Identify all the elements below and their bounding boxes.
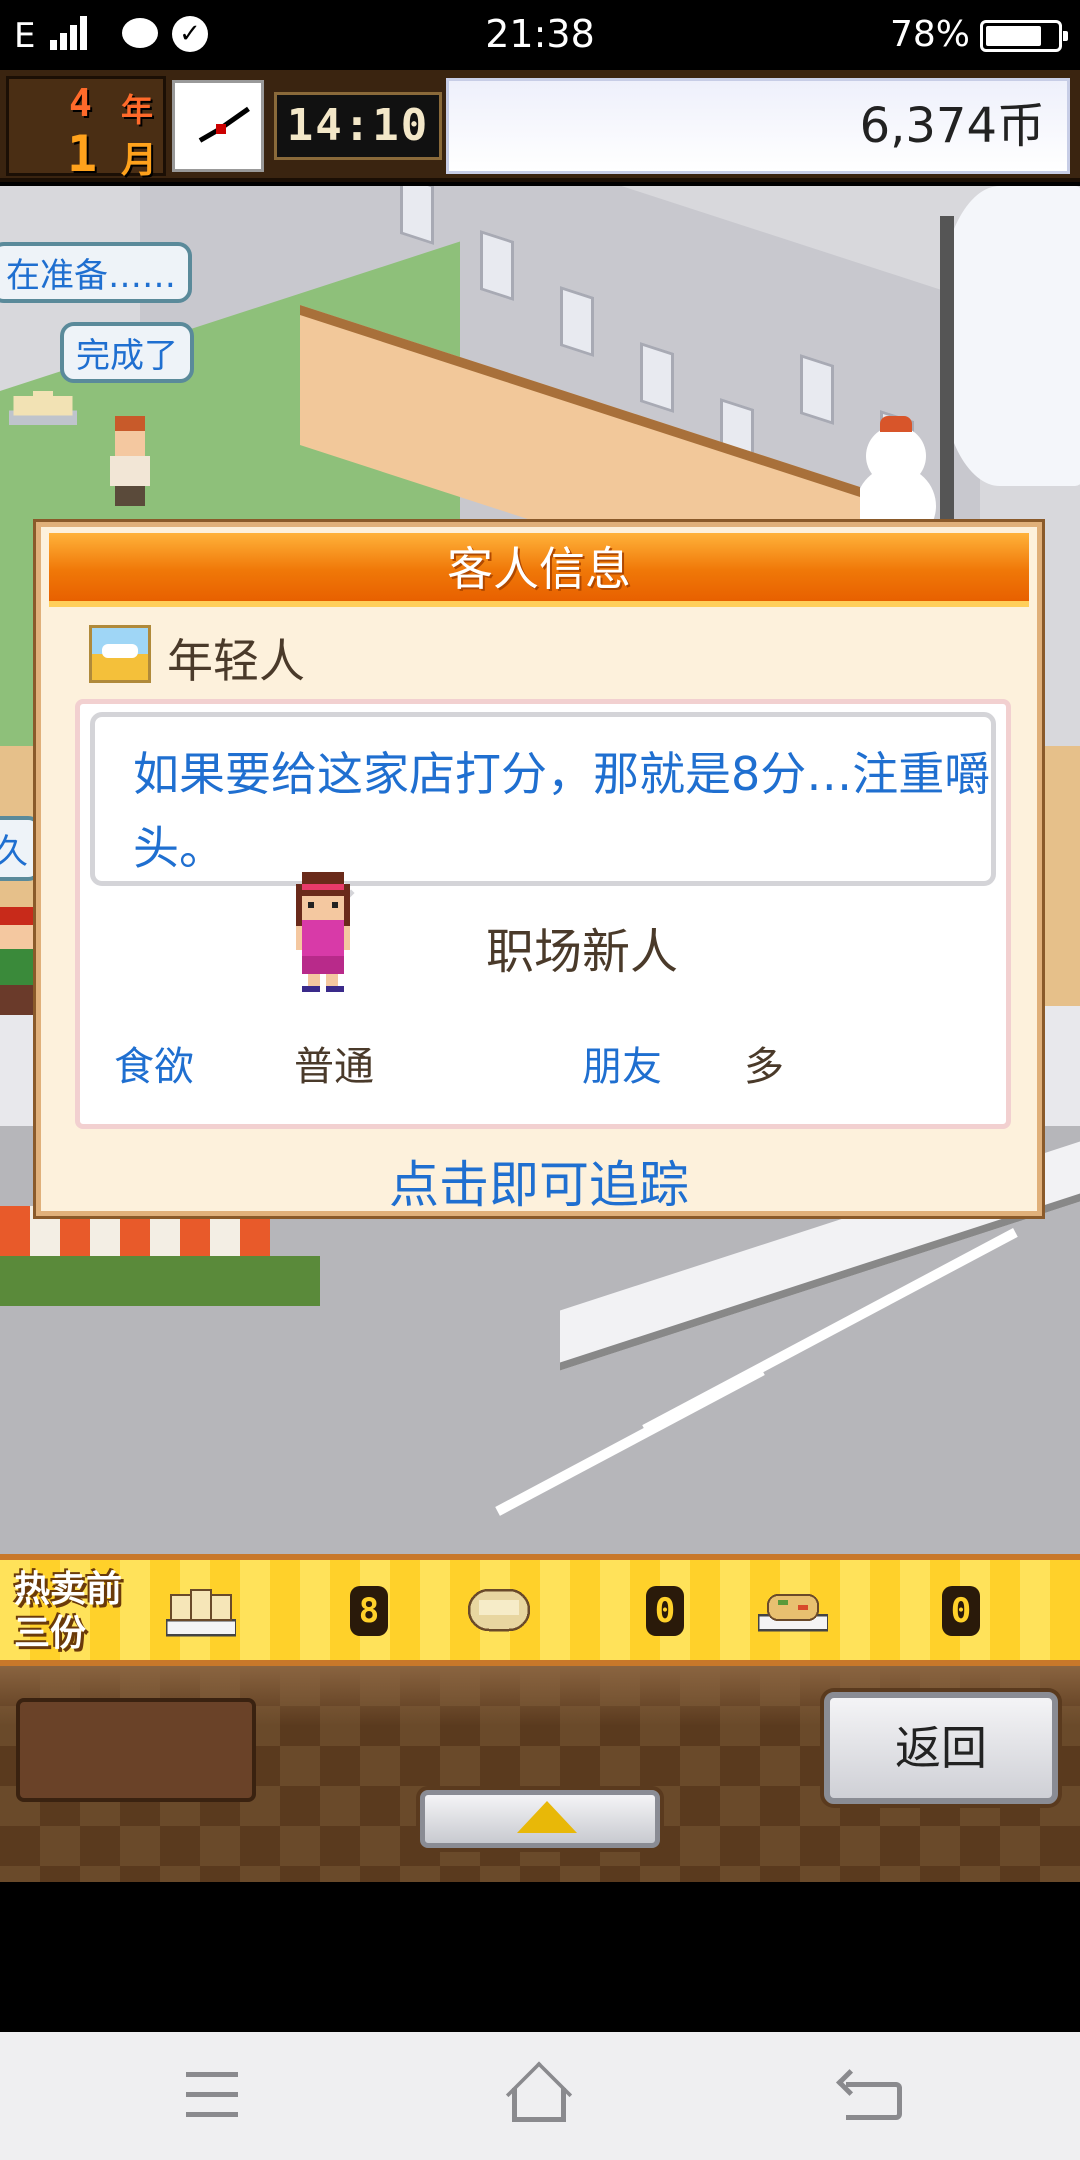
snowman-hat: [880, 416, 912, 432]
game-time: 14:10: [274, 92, 442, 160]
stat-value-friends: 多: [744, 1044, 784, 1090]
customer-info-dialog[interactable]: 客人信息 年轻人 如果要给这家店打分，那就是8分…注重嚼头。 职场新人 食欲 普…: [36, 522, 1042, 1216]
customer-quote: 如果要给这家店打分，那就是8分…注重嚼头。: [133, 747, 991, 875]
menu-icon[interactable]: [186, 2072, 242, 2122]
month-label: 月: [121, 140, 158, 181]
customer-type-icon: [89, 625, 151, 683]
arrow-up-icon: [517, 1801, 577, 1833]
battery-percent: 78%: [889, 14, 970, 55]
quote-bubble: 如果要给这家店打分，那就是8分…注重嚼头。: [90, 712, 996, 886]
customer-portrait: [296, 872, 350, 992]
expand-menu-button[interactable]: [420, 1790, 660, 1848]
best-sellers-bar[interactable]: 热卖前三份 8 0 0: [0, 1554, 1080, 1666]
back-icon[interactable]: [846, 2082, 902, 2120]
clock-icon: [172, 80, 264, 172]
snowy-tree: [940, 186, 1080, 486]
bottom-controls: 返回: [0, 1666, 1080, 1882]
customer-type-label: 年轻人: [167, 634, 305, 688]
game-hud: 4 年 1 月 14:10 6,374币: [0, 70, 1080, 183]
year-number: 4: [69, 81, 92, 125]
stat-label-friends: 朋友: [582, 1044, 662, 1090]
info-panel: [16, 1698, 256, 1802]
year-label: 年: [121, 91, 154, 129]
system-nav-bar: [0, 2032, 1080, 2160]
snowman: [866, 426, 926, 486]
stat-label-appetite: 食欲: [114, 1044, 194, 1090]
best-seller-count-3: 0: [942, 1586, 980, 1636]
best-sellers-title: 热卖前三份: [14, 1569, 123, 1654]
track-customer-link[interactable]: 点击即可追踪: [41, 1145, 1037, 1217]
dialog-title: 客人信息: [49, 533, 1029, 607]
rice-bowl-icon: [467, 1588, 531, 1632]
month-number: 1: [67, 125, 98, 183]
home-icon[interactable]: [512, 2088, 566, 2122]
customer-sprite[interactable]: [0, 906, 36, 1016]
customer-occupation: 职场新人: [486, 924, 679, 980]
battery-icon: [980, 20, 1068, 52]
fried-rice-plate-icon: [758, 1594, 828, 1632]
dumplings-sprite: [8, 390, 78, 426]
back-button[interactable]: 返回: [824, 1692, 1058, 1804]
cook-sprite[interactable]: [100, 416, 160, 506]
planters: [0, 1256, 320, 1306]
stat-value-appetite: 普通: [294, 1044, 374, 1090]
dumpling-plate-icon: [166, 1589, 236, 1637]
speech-bubble-done: 完成了: [60, 322, 194, 383]
customer-detail-box: 如果要给这家店打分，那就是8分…注重嚼头。 职场新人 食欲 普通 朋友 多: [75, 699, 1011, 1129]
speech-bubble-preparing: 在准备……: [0, 242, 192, 303]
best-seller-count-1: 8: [350, 1586, 388, 1636]
best-seller-count-2: 0: [646, 1586, 684, 1636]
money-display: 6,374币: [446, 78, 1070, 174]
status-bar: E ✓ 21:38 78%: [0, 0, 1080, 70]
date-display: 4 年 1 月: [6, 76, 166, 183]
